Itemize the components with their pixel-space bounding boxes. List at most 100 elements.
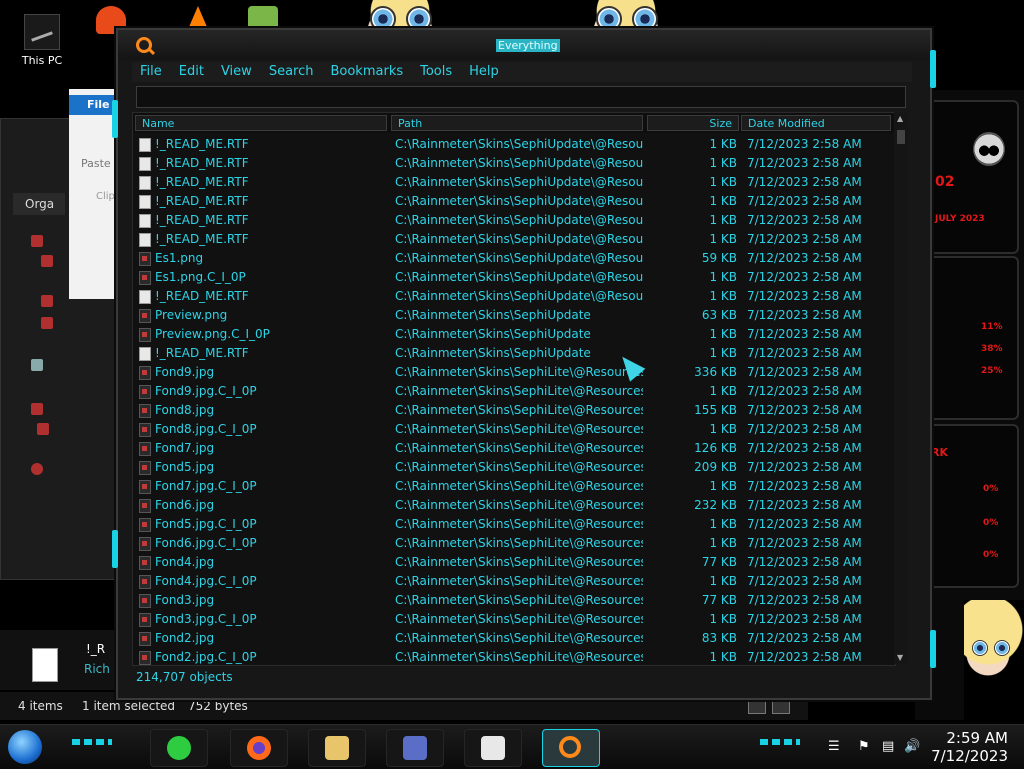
file-explorer-window[interactable]: File Paste Clip Orga bbox=[0, 89, 133, 580]
windows-orb-icon[interactable] bbox=[8, 730, 42, 764]
network-icon[interactable] bbox=[31, 463, 43, 475]
this-pc-desktop-icon[interactable]: This PC bbox=[14, 14, 70, 67]
image-file-icon bbox=[139, 442, 151, 456]
result-row[interactable]: Fond9.jpg.C_I_0P C:\Rainmeter\Skins\Sephi… bbox=[133, 382, 895, 401]
results-list[interactable]: Name Path Size Date Modified !_READ_ME.R… bbox=[132, 112, 896, 666]
system-clock[interactable]: 2:59 AM 7/12/2023 bbox=[931, 729, 1008, 765]
folder-icon[interactable] bbox=[37, 423, 49, 435]
menu-view[interactable]: View bbox=[213, 62, 261, 82]
result-row[interactable]: Es1.png.C_I_0P C:\Rainmeter\Skins\SephiUp… bbox=[133, 268, 895, 287]
date-modified-cell: 7/12/2023 2:58 AM bbox=[747, 593, 862, 607]
date-modified-cell: 7/12/2023 2:58 AM bbox=[747, 441, 862, 455]
file-size-cell: 1 KB bbox=[709, 346, 737, 360]
folder-icon[interactable] bbox=[41, 317, 53, 329]
menu-edit[interactable]: Edit bbox=[171, 62, 213, 82]
result-row[interactable]: !_READ_ME.RTF C:\Rainmeter\Skins\SephiUpd… bbox=[133, 192, 895, 211]
folder-icon[interactable] bbox=[31, 235, 43, 247]
everything-window[interactable]: Everything File Edit View Search Bookmar… bbox=[112, 28, 936, 700]
menu-file[interactable]: File bbox=[132, 62, 171, 82]
result-row[interactable]: !_READ_ME.RTF C:\Rainmeter\Skins\SephiUpd… bbox=[133, 154, 895, 173]
vertical-scrollbar[interactable]: ▲ ▼ bbox=[894, 112, 908, 664]
menu-search[interactable]: Search bbox=[261, 62, 323, 82]
taskbar-control-panel[interactable] bbox=[386, 729, 444, 767]
date-modified-cell: 7/12/2023 2:58 AM bbox=[747, 536, 862, 550]
file-name-cell: !_READ_ME.RTF bbox=[155, 156, 249, 170]
file-path-cell: C:\Rainmeter\Skins\SephiUpdate\@Resource… bbox=[395, 213, 643, 227]
file-size-cell: 232 KB bbox=[694, 498, 737, 512]
file-size-cell: 1 KB bbox=[709, 384, 737, 398]
scroll-thumb[interactable] bbox=[897, 130, 905, 144]
image-file-icon bbox=[139, 309, 151, 323]
search-input[interactable] bbox=[136, 86, 906, 108]
file-path-cell: C:\Rainmeter\Skins\SephiLite\@Resources\… bbox=[395, 650, 643, 664]
result-row[interactable]: Fond7.jpg.C_I_0P C:\Rainmeter\Skins\Sephi… bbox=[133, 477, 895, 496]
date-modified-cell: 7/12/2023 2:58 AM bbox=[747, 346, 862, 360]
result-row[interactable]: !_READ_ME.RTF C:\Rainmeter\Skins\SephiUpd… bbox=[133, 344, 895, 363]
result-row[interactable]: Fond2.jpg C:\Rainmeter\Skins\SephiLite\@R… bbox=[133, 629, 895, 648]
result-row[interactable]: Fond6.jpg.C_I_0P C:\Rainmeter\Skins\Sephi… bbox=[133, 534, 895, 553]
result-row[interactable]: Fond4.jpg.C_I_0P C:\Rainmeter\Skins\Sephi… bbox=[133, 572, 895, 591]
taskbar-wordpad[interactable] bbox=[464, 729, 522, 767]
clipboard-group-label: Clip bbox=[96, 191, 115, 202]
file-name-cell: Fond5.jpg.C_I_0P bbox=[155, 517, 257, 531]
result-row[interactable]: Fond7.jpg C:\Rainmeter\Skins\SephiLite\@R… bbox=[133, 439, 895, 458]
rtf-document-icon bbox=[32, 648, 58, 682]
menu-help[interactable]: Help bbox=[461, 62, 508, 82]
show-hidden-icons-icon[interactable]: ☰ bbox=[828, 739, 840, 754]
result-row[interactable]: Fond5.jpg.C_I_0P C:\Rainmeter\Skins\Sephi… bbox=[133, 515, 895, 534]
column-name-header[interactable]: Name bbox=[135, 115, 387, 131]
result-row[interactable]: !_READ_ME.RTF C:\Rainmeter\Skins\SephiUpd… bbox=[133, 173, 895, 192]
result-row[interactable]: Fond5.jpg C:\Rainmeter\Skins\SephiLite\@R… bbox=[133, 458, 895, 477]
folder-icon[interactable] bbox=[41, 295, 53, 307]
organize-button[interactable]: Orga bbox=[13, 193, 65, 215]
menu-bookmarks[interactable]: Bookmarks bbox=[322, 62, 412, 82]
column-date-header[interactable]: Date Modified bbox=[741, 115, 891, 131]
result-row[interactable]: !_READ_ME.RTF C:\Rainmeter\Skins\SephiUpd… bbox=[133, 211, 895, 230]
taskbar-firefox[interactable] bbox=[230, 729, 288, 767]
folder-icon[interactable] bbox=[31, 403, 43, 415]
scroll-up-icon[interactable]: ▲ bbox=[897, 114, 903, 123]
drive-icon[interactable] bbox=[31, 359, 43, 371]
result-row[interactable]: Fond3.jpg C:\Rainmeter\Skins\SephiLite\@R… bbox=[133, 591, 895, 610]
file-name-cell: Fond8.jpg.C_I_0P bbox=[155, 422, 257, 436]
clock-date: 7/12/2023 bbox=[931, 747, 1008, 765]
file-path-cell: C:\Rainmeter\Skins\SephiUpdate bbox=[395, 308, 591, 322]
network-icon[interactable]: ▤ bbox=[882, 739, 894, 754]
result-row[interactable]: !_READ_ME.RTF C:\Rainmeter\Skins\SephiUpd… bbox=[133, 287, 895, 306]
date-modified-cell: 7/12/2023 2:58 AM bbox=[747, 403, 862, 417]
file-name-cell: !_READ_ME.RTF bbox=[155, 232, 249, 246]
taskbar-notes-app[interactable] bbox=[150, 729, 208, 767]
result-row[interactable]: Fond9.jpg C:\Rainmeter\Skins\SephiLite\@R… bbox=[133, 363, 895, 382]
result-row[interactable]: Preview.png C:\Rainmeter\Skins\SephiUpdat… bbox=[133, 306, 895, 325]
file-name-cell: Es1.png.C_I_0P bbox=[155, 270, 246, 284]
result-row[interactable]: Fond2.jpg.C_I_0P C:\Rainmeter\Skins\Sephi… bbox=[133, 648, 895, 665]
title-bar[interactable]: Everything bbox=[118, 30, 930, 60]
result-row[interactable]: !_READ_ME.RTF C:\Rainmeter\Skins\SephiUpd… bbox=[133, 230, 895, 249]
column-path-header[interactable]: Path bbox=[391, 115, 643, 131]
volume-icon[interactable]: 🔊 bbox=[904, 739, 920, 754]
taskbar-everything[interactable] bbox=[542, 729, 600, 767]
details-view-button[interactable] bbox=[748, 698, 766, 714]
folder-icon[interactable] bbox=[41, 255, 53, 267]
result-row[interactable]: Fond6.jpg C:\Rainmeter\Skins\SephiLite\@R… bbox=[133, 496, 895, 515]
rtf-document-icon bbox=[139, 176, 151, 190]
paste-button[interactable]: Paste bbox=[81, 157, 111, 170]
result-row[interactable]: Fond8.jpg.C_I_0P C:\Rainmeter\Skins\Sephi… bbox=[133, 420, 895, 439]
taskbar-file-explorer[interactable] bbox=[308, 729, 366, 767]
file-name-cell: Fond2.jpg bbox=[155, 631, 215, 645]
result-row[interactable]: !_READ_ME.RTF C:\Rainmeter\Skins\SephiUpd… bbox=[133, 135, 895, 154]
menu-tools[interactable]: Tools bbox=[412, 62, 461, 82]
result-row[interactable]: Fond4.jpg C:\Rainmeter\Skins\SephiLite\@R… bbox=[133, 553, 895, 572]
action-center-flag-icon[interactable]: ⚑ bbox=[858, 739, 870, 754]
scroll-down-icon[interactable]: ▼ bbox=[897, 653, 903, 662]
result-row[interactable]: Es1.png C:\Rainmeter\Skins\SephiUpdate\@R… bbox=[133, 249, 895, 268]
result-row[interactable]: Fond8.jpg C:\Rainmeter\Skins\SephiLite\@R… bbox=[133, 401, 895, 420]
image-file-icon bbox=[139, 499, 151, 513]
file-size-cell: 83 KB bbox=[701, 631, 737, 645]
column-size-header[interactable]: Size bbox=[647, 115, 739, 131]
image-file-icon bbox=[139, 594, 151, 608]
large-icons-view-button[interactable] bbox=[772, 698, 790, 714]
result-row[interactable]: Preview.png.C_I_0P C:\Rainmeter\Skins\Sep… bbox=[133, 325, 895, 344]
file-name-cell: Fond8.jpg bbox=[155, 403, 215, 417]
result-row[interactable]: Fond3.jpg.C_I_0P C:\Rainmeter\Skins\Sephi… bbox=[133, 610, 895, 629]
